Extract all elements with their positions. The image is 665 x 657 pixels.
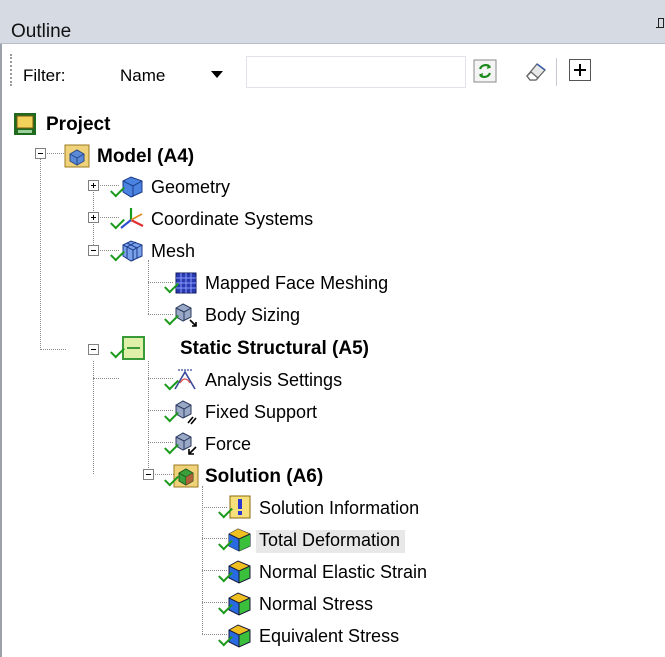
filter-label: Filter: — [23, 66, 66, 85]
tree-node-label: Project — [46, 114, 111, 135]
tree-node-label: Geometry — [151, 177, 231, 197]
tree-connector — [93, 378, 119, 379]
tree-node-label: Mapped Face Meshing — [205, 273, 389, 293]
tree-node-label: Analysis Settings — [205, 370, 343, 390]
filter-toolbar: Filter: Name — [2, 44, 665, 106]
tree-node-label: Body Sizing — [205, 305, 301, 325]
filter-search-input[interactable] — [246, 56, 466, 88]
model-icon — [62, 141, 92, 171]
tree-connector — [148, 260, 149, 314]
toolbar-separator — [556, 58, 557, 86]
filter-type-dropdown[interactable]: Name — [113, 58, 237, 88]
tree-node-label: Fixed Support — [205, 402, 318, 422]
tree-node-label: Normal Elastic Strain — [259, 562, 428, 582]
collapse-model-icon[interactable] — [35, 148, 46, 159]
outline-tree: Project Model (A4) Geometry Coordinate S… — [0, 106, 665, 657]
toolbar-grip-icon[interactable] — [10, 54, 16, 86]
dropdown-arrow-icon[interactable] — [211, 71, 223, 78]
refresh-icon[interactable] — [472, 58, 498, 84]
project-icon — [11, 109, 41, 139]
expand-coordinate-systems-icon[interactable] — [88, 212, 99, 223]
clear-filter-eraser-icon[interactable] — [523, 58, 549, 84]
tree-node-label: Mesh — [151, 241, 196, 261]
filter-type-value: Name — [120, 66, 166, 85]
collapse-static-structural-icon[interactable] — [88, 344, 99, 355]
panel-title: Outline — [11, 21, 72, 42]
tree-node-label: Solution (A6) — [205, 466, 324, 487]
collapse-mesh-icon[interactable] — [88, 245, 99, 256]
tree-node-label: Equivalent Stress — [259, 626, 400, 646]
tree-node-label: Normal Stress — [259, 594, 374, 614]
tree-node-label: Static Structural (A5) — [180, 338, 369, 359]
tree-node-label: Total Deformation — [256, 530, 406, 553]
pin-icon[interactable] — [656, 18, 664, 32]
tree-node-label: Solution Information — [259, 498, 420, 518]
collapse-solution-icon[interactable] — [143, 469, 154, 480]
tree-connector — [40, 153, 41, 350]
expand-all-icon[interactable] — [569, 59, 591, 81]
expand-geometry-icon[interactable] — [88, 180, 99, 191]
tree-node-label: Force — [205, 434, 252, 454]
tree-node-label: Coordinate Systems — [151, 209, 314, 229]
tree-node-label: Model (A4) — [97, 146, 195, 167]
tree-connector — [202, 486, 203, 634]
tree-connector — [40, 349, 66, 350]
outline-title-bar: Outline — [0, 0, 665, 44]
